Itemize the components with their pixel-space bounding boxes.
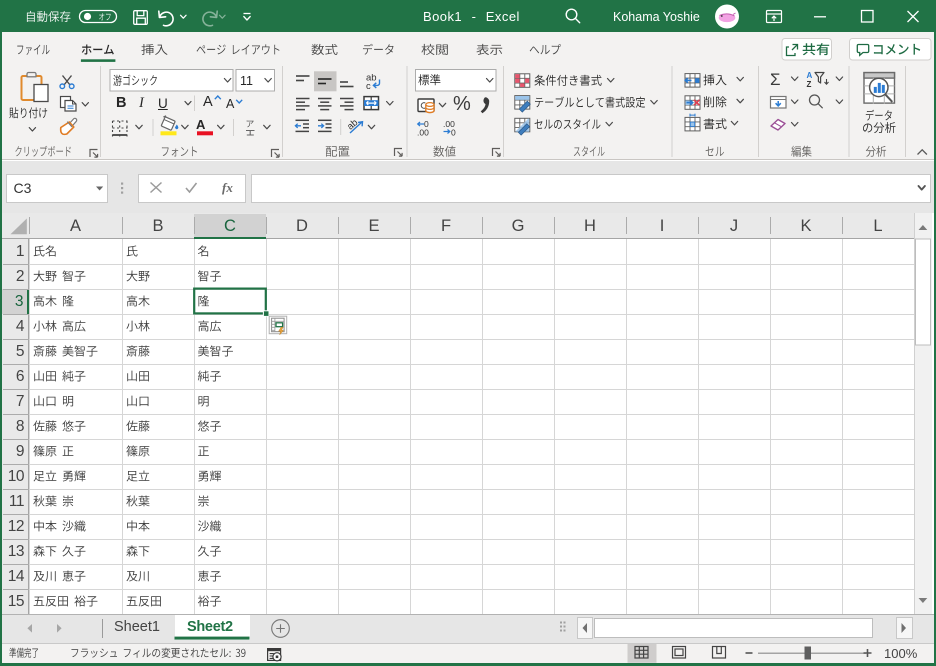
svg-text:Z: Z [807, 80, 812, 89]
svg-text:.00: .00 [417, 128, 429, 138]
svg-text:A: A [807, 71, 813, 80]
svg-text:c: c [366, 81, 371, 92]
svg-text:0: 0 [451, 128, 456, 138]
